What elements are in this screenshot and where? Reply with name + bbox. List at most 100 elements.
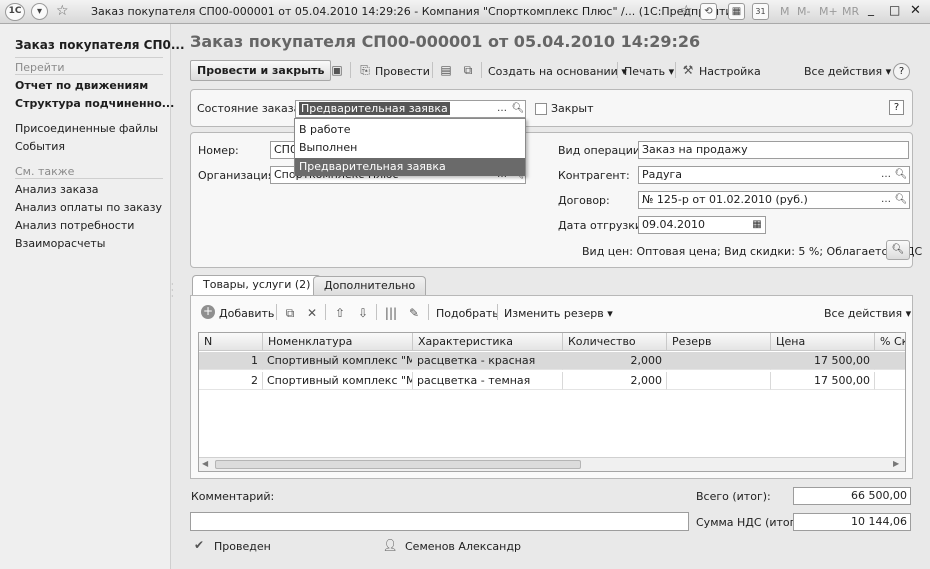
posted-status-icon: ✔ bbox=[193, 538, 205, 552]
create-based-on-menu[interactable]: Создать на основании ▾ bbox=[488, 65, 627, 78]
order-state-dropdown: В работе Выполнен Предварительная заявка bbox=[294, 118, 526, 176]
state-option-preliminary[interactable]: Предварительная заявка bbox=[299, 160, 446, 173]
horizontal-scrollbar[interactable]: ◀ ▶ bbox=[199, 457, 905, 471]
contract-select-button[interactable]: … bbox=[879, 192, 893, 208]
organization-label: Организация: bbox=[198, 169, 279, 182]
movements-icon[interactable]: ▤ bbox=[438, 62, 454, 78]
move-up-icon[interactable]: ⇧ bbox=[332, 305, 348, 321]
add-icon: + bbox=[201, 304, 215, 319]
operation-type-field[interactable]: Заказ на продажу bbox=[638, 141, 909, 159]
barcode-icon[interactable]: ||| bbox=[383, 305, 399, 321]
order-state-field[interactable]: Предварительная заявка bbox=[295, 100, 526, 118]
shipment-date-field[interactable]: 09.04.2010 bbox=[638, 216, 766, 234]
state-help-icon[interactable]: ? bbox=[889, 100, 904, 115]
column-header-characteristic[interactable]: Характеристика bbox=[413, 333, 563, 351]
print-label: Печать bbox=[624, 65, 666, 78]
contractor-field[interactable]: Радуга bbox=[638, 166, 910, 184]
minimize-icon[interactable]: _ bbox=[868, 2, 874, 16]
shipment-date-label: Дата отгрузки: bbox=[558, 219, 646, 232]
column-header-price[interactable]: Цена bbox=[771, 333, 875, 351]
closed-checkbox[interactable] bbox=[535, 103, 547, 115]
tab-goods-services[interactable]: Товары, услуги (2) bbox=[192, 275, 322, 296]
memory-plus-button[interactable]: M+ bbox=[819, 5, 838, 18]
all-actions-menu[interactable]: Все действия ▾ bbox=[804, 65, 891, 78]
responsible-user: Семенов Александр bbox=[405, 540, 521, 553]
menu-chevron-icon[interactable]: ▾ bbox=[31, 3, 48, 20]
nav-payment-analysis[interactable]: Анализ оплаты по заказу bbox=[15, 201, 162, 214]
cell-nomenclature: Спортивный комплекс "М... bbox=[263, 372, 413, 390]
panel-title: Заказ покупателя СП0... bbox=[15, 38, 185, 52]
splitter-handle[interactable]: · · · bbox=[171, 281, 174, 301]
comment-field[interactable] bbox=[190, 512, 689, 531]
contract-field[interactable]: № 125-р от 01.02.2010 (руб.) bbox=[638, 191, 910, 209]
shipment-calendar-icon[interactable]: ▦ bbox=[750, 217, 764, 233]
change-reserve-menu[interactable]: Изменить резерв ▾ bbox=[504, 307, 613, 320]
nav-order-analysis[interactable]: Анализ заказа bbox=[15, 183, 99, 196]
all-actions-label: Все действия bbox=[804, 65, 883, 78]
memory-minus-button[interactable]: M- bbox=[797, 5, 810, 18]
select-items-button[interactable]: Подобрать bbox=[436, 307, 499, 320]
state-option-in-work[interactable]: В работе bbox=[299, 123, 350, 136]
calculator-icon[interactable]: ▦ bbox=[728, 3, 745, 20]
post-and-close-button[interactable]: Провести и закрыть bbox=[190, 60, 332, 81]
state-dropdown-button[interactable]: … bbox=[495, 101, 509, 117]
add-button[interactable]: Добавить bbox=[219, 307, 274, 320]
state-search-icon[interactable]: 🔍︎ bbox=[511, 101, 525, 117]
maximize-icon[interactable]: □ bbox=[889, 3, 900, 17]
column-header-discount[interactable]: % Ски bbox=[875, 333, 905, 351]
cell-price: 17 500,00 bbox=[771, 352, 875, 370]
nav-demand-analysis[interactable]: Анализ потребности bbox=[15, 219, 134, 232]
copy-icon[interactable]: ⧉ bbox=[282, 305, 298, 321]
cell-characteristic: расцветка - темная bbox=[413, 372, 563, 390]
scrollbar-thumb[interactable] bbox=[215, 460, 581, 469]
settings-button[interactable]: Настройка bbox=[699, 65, 761, 78]
cell-quantity: 2,000 bbox=[563, 372, 667, 390]
column-header-reserve[interactable]: Резерв bbox=[667, 333, 771, 351]
nav-settlements[interactable]: Взаиморасчеты bbox=[15, 237, 105, 250]
price-settings-search-icon[interactable]: 🔍︎ bbox=[886, 240, 910, 260]
cell-reserve bbox=[667, 352, 771, 370]
column-header-n[interactable]: N bbox=[199, 333, 263, 351]
contract-search-icon[interactable]: 🔍︎ bbox=[894, 192, 908, 208]
memory-recall-button[interactable]: MR bbox=[842, 5, 859, 18]
nav-attached-files[interactable]: Присоединенные файлы bbox=[15, 122, 158, 135]
contractor-search-icon[interactable]: 🔍︎ bbox=[894, 167, 908, 183]
history-icon[interactable]: ⟲ bbox=[700, 3, 717, 20]
calendar-icon[interactable]: 31 bbox=[752, 3, 769, 20]
goto-section-header: Перейти bbox=[15, 61, 65, 74]
column-header-nomenclature[interactable]: Номенклатура bbox=[263, 333, 413, 351]
price-info-text: Вид цен: Оптовая цена; Вид скидки: 5 %; … bbox=[582, 245, 923, 258]
app-logo-icon[interactable]: 1С bbox=[5, 3, 25, 21]
state-option-done[interactable]: Выполнен bbox=[299, 141, 357, 154]
memory-m-button[interactable]: M bbox=[780, 5, 790, 18]
close-icon[interactable]: ✕ bbox=[910, 3, 921, 18]
table-all-actions-menu[interactable]: Все действия ▾ bbox=[824, 307, 911, 320]
print-menu[interactable]: Печать ▾ bbox=[624, 65, 674, 78]
scroll-left-icon[interactable]: ◀ bbox=[202, 459, 208, 468]
posted-status-text: Проведен bbox=[214, 540, 271, 553]
save-icon[interactable]: ▣ bbox=[329, 62, 345, 78]
table-row[interactable]: 1 Спортивный комплекс "М... расцветка - … bbox=[199, 352, 905, 370]
star-icon[interactable]: ☆ bbox=[680, 3, 693, 19]
scroll-right-icon[interactable]: ▶ bbox=[893, 459, 899, 468]
structure-icon[interactable]: ⧉ bbox=[460, 62, 476, 78]
tab-additional[interactable]: Дополнительно bbox=[313, 276, 427, 296]
goods-table: N Номенклатура Характеристика Количество… bbox=[198, 332, 906, 472]
see-also-section-header: См. также bbox=[15, 165, 75, 178]
nav-report-movements[interactable]: Отчет по движениям bbox=[15, 79, 148, 92]
contractor-label: Контрагент: bbox=[558, 169, 630, 182]
move-down-icon[interactable]: ⇩ bbox=[355, 305, 371, 321]
tag-icon[interactable]: ✎ bbox=[406, 305, 422, 321]
change-reserve-label: Изменить резерв bbox=[504, 307, 604, 320]
contractor-select-button[interactable]: … bbox=[879, 167, 893, 183]
post-button[interactable]: Провести bbox=[375, 65, 430, 78]
help-icon[interactable]: ? bbox=[893, 63, 910, 80]
nav-subordinate-structure[interactable]: Структура подчиненно... bbox=[15, 97, 174, 110]
window-title-bar: 1С ▾ ☆ Заказ покупателя СП00-000001 от 0… bbox=[0, 0, 930, 24]
column-header-quantity[interactable]: Количество bbox=[563, 333, 667, 351]
table-row[interactable]: 2 Спортивный комплекс "М... расцветка - … bbox=[199, 372, 905, 390]
nav-events[interactable]: События bbox=[15, 140, 65, 153]
total-field: 66 500,00 bbox=[793, 487, 911, 505]
delete-icon[interactable]: ✕ bbox=[304, 305, 320, 321]
favorite-star-icon[interactable]: ☆ bbox=[56, 3, 69, 19]
